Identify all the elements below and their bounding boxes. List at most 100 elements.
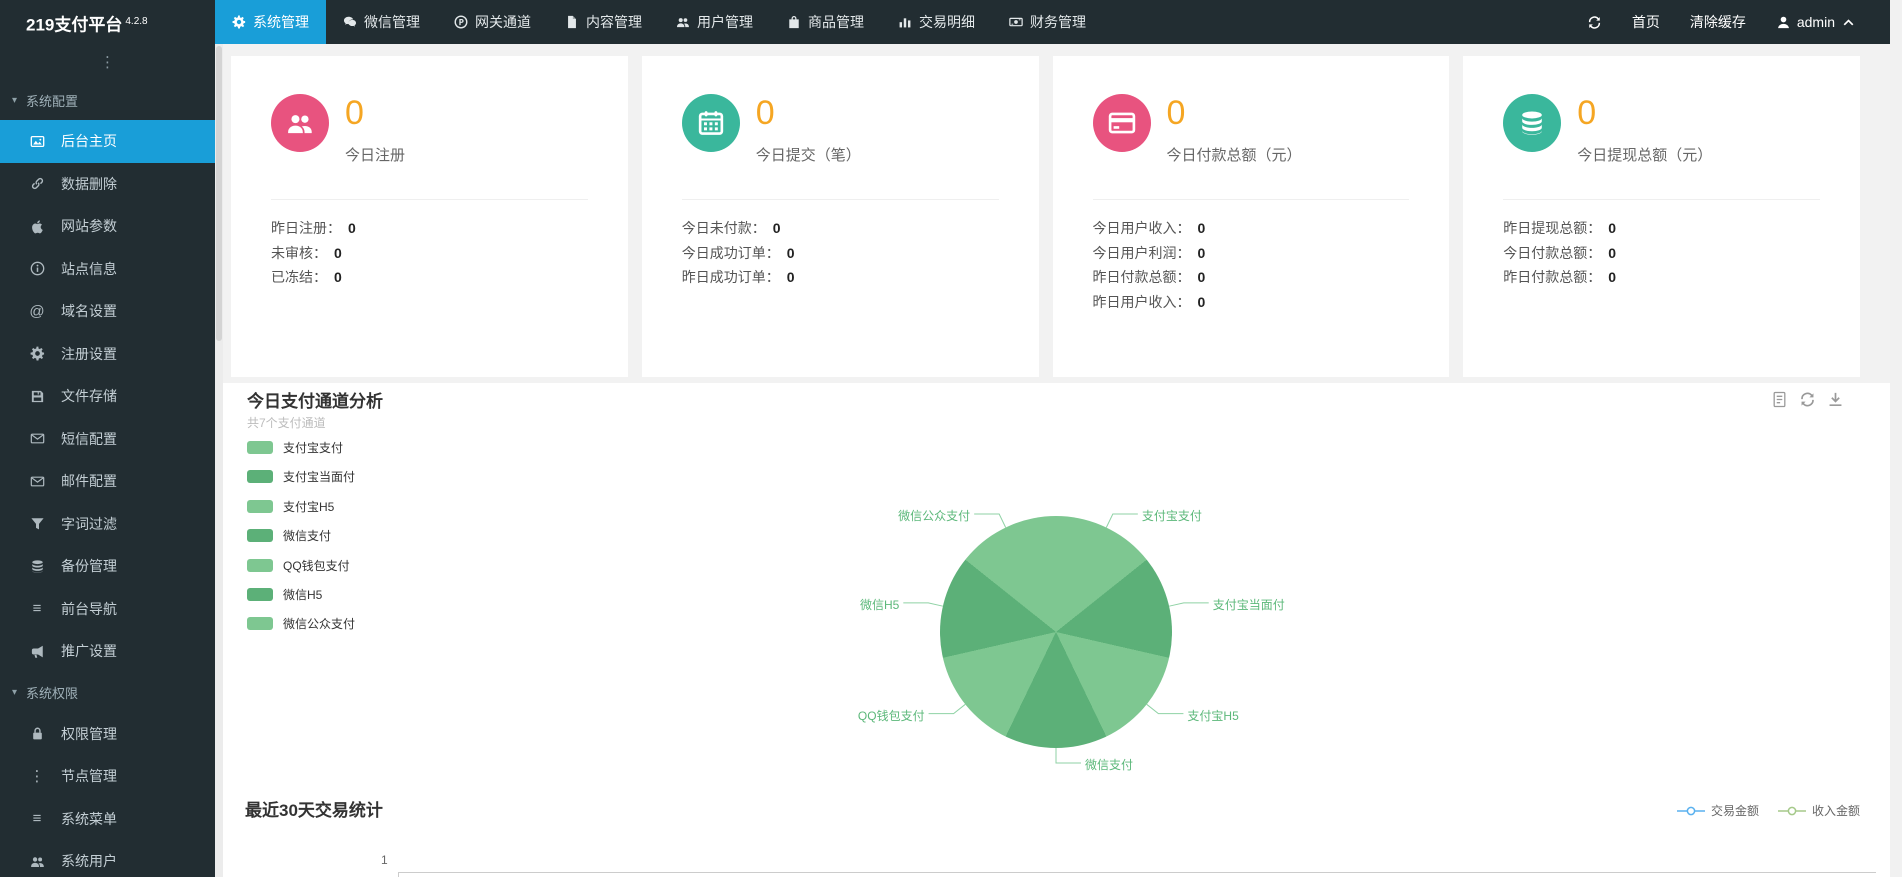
sidebar-item[interactable]: 短信配置 (0, 418, 215, 461)
sidebar-item[interactable]: 站点信息 (0, 248, 215, 291)
sidebar-item[interactable]: @ 域名设置 (0, 290, 215, 333)
refresh-icon[interactable] (1587, 15, 1602, 30)
sidebar-item[interactable]: 数据删除 (0, 163, 215, 206)
sidebar-item[interactable]: 网站参数 (0, 205, 215, 248)
sidebar-item[interactable]: 权限管理 (0, 713, 215, 756)
pie-legend-label: 支付宝支付 (283, 441, 344, 455)
stat-row: 今日用户收入： 0 (1093, 216, 1410, 241)
chevron-up-icon (1841, 15, 1856, 30)
line-legend-label: 收入金额 (1811, 804, 1860, 818)
sidebar-item-label: 推广设置 (61, 643, 117, 660)
pie-slice-label: 支付宝H5 (1187, 708, 1239, 723)
stat-badge (681, 94, 740, 152)
stat-card-header: 0 今日提交（笔） (681, 94, 999, 165)
sidebar-collapse-toggle[interactable]: ⋮ (0, 44, 215, 80)
pie-legend-item[interactable]: 微信公众支付 (247, 615, 355, 632)
sidebar-item-label: 系统菜单 (61, 810, 117, 827)
pie-leader-line (928, 703, 966, 715)
stat-card-header: 0 今日注册 (271, 94, 588, 165)
line-legend-item[interactable]: 收入金额 (1777, 802, 1860, 819)
stat-row: 今日付款总额： 0 (1503, 241, 1820, 266)
sidebar-group-header[interactable]: ▾ 系统配置 (0, 80, 215, 120)
pie-legend-item[interactable]: QQ钱包支付 (247, 557, 355, 574)
stat-row-value: 0 (786, 269, 795, 285)
sidebar-item-label: 域名设置 (61, 303, 117, 320)
topnav-item[interactable]: 交易明细 (881, 0, 992, 44)
sidebar-group-header[interactable]: ▾ 系统权限 (0, 673, 215, 713)
sidebar-item-label: 前台导航 (61, 600, 117, 617)
stat-cards-row: 0 今日注册 昨日注册： 0 未审核： 0 已冻结： 0 0 今日提交（笔） 今日未付款： 0 今日成功… (231, 56, 1860, 377)
user-icon (1776, 15, 1791, 30)
stat-row-value: 0 (1197, 269, 1206, 285)
pie-leader-line (903, 602, 944, 607)
download-icon[interactable] (1827, 391, 1844, 408)
stat-row-value: 0 (1197, 220, 1206, 236)
data-view-icon[interactable] (1771, 391, 1788, 408)
stat-row-value: 0 (334, 244, 342, 261)
stat-card: 0 今日注册 昨日注册： 0 未审核： 0 已冻结： 0 (231, 56, 628, 377)
topnav-right: 首页 清除缓存 admin (1587, 0, 1902, 44)
line-legend-item[interactable]: 交易金额 (1676, 802, 1759, 819)
restore-icon[interactable] (1799, 391, 1816, 408)
topnav-item[interactable]: 内容管理 (548, 0, 659, 44)
line-legend-marker-icon (1676, 806, 1706, 816)
pie-legend-item[interactable]: 支付宝支付 (247, 439, 355, 456)
sidebar-item-label: 数据删除 (61, 175, 117, 192)
pie-leader-line (1146, 703, 1184, 715)
pie-slice-label: QQ钱包支付 (857, 708, 925, 723)
users-icon (28, 854, 46, 869)
user-menu[interactable]: admin (1776, 14, 1856, 30)
pie-legend-item[interactable]: 支付宝当面付 (247, 468, 355, 485)
stat-row: 今日成功订单： 0 (682, 241, 999, 266)
filter-icon (28, 516, 46, 531)
stat-badge (1092, 94, 1151, 152)
brand-logo[interactable]: 219支付平台 4.2.8 (0, 0, 215, 44)
stat-value: 0 (345, 94, 364, 132)
pie-legend-label: 支付宝H5 (283, 499, 335, 514)
sidebar-item[interactable]: 字词过滤 (0, 503, 215, 546)
topnav-item[interactable]: 网关通道 (437, 0, 548, 44)
topnav-item-label: 商品管理 (808, 14, 864, 30)
envelope-icon (28, 474, 46, 489)
stat-row-value: 0 (334, 269, 342, 285)
sidebar-item-label: 权限管理 (61, 725, 117, 742)
stat-value: 0 (755, 94, 775, 132)
sidebar-item[interactable]: 后台主页 (0, 120, 215, 163)
sidebar-item-label: 注册设置 (61, 345, 117, 362)
pie-legend-item[interactable]: 微信支付 (247, 527, 355, 544)
sidebar-item[interactable]: 文件存储 (0, 375, 215, 418)
sidebar-item[interactable]: ≡ 系统菜单 (0, 798, 215, 841)
pie-legend: 支付宝支付支付宝当面付支付宝H5 微信支付 QQ钱包支付 微信H5 微信公众支付 (247, 439, 355, 645)
stat-row-label: 昨日用户收入： (1092, 293, 1191, 310)
legend-swatch (247, 529, 273, 543)
calendar-icon (697, 109, 725, 137)
sidebar-scrollbar-thumb[interactable] (216, 46, 222, 341)
stat-badge (1503, 94, 1562, 152)
sidebar-item[interactable]: ≡ 前台导航 (0, 588, 215, 631)
pie-legend-item[interactable]: 支付宝H5 (247, 498, 355, 515)
sidebar-item[interactable]: 系统用户 (0, 840, 215, 877)
topnav-item[interactable]: 商品管理 (770, 0, 881, 44)
legend-swatch (247, 558, 273, 572)
stat-row-label: 未审核： (271, 244, 327, 261)
sidebar-item[interactable]: 注册设置 (0, 333, 215, 376)
clear-cache-link[interactable]: 清除缓存 (1690, 12, 1746, 32)
home-link[interactable]: 首页 (1632, 12, 1660, 32)
sidebar-item[interactable]: ⋮ 节点管理 (0, 755, 215, 798)
sidebar-item[interactable]: 备份管理 (0, 545, 215, 588)
sidebar-item[interactable]: 推广设置 (0, 630, 215, 673)
topnav-item[interactable]: 财务管理 (992, 0, 1103, 44)
pie-legend-item[interactable]: 微信H5 (247, 586, 355, 603)
sidebar-item[interactable]: 邮件配置 (0, 460, 215, 503)
topnav-item[interactable]: 微信管理 (326, 0, 437, 44)
pie-slice-label: 支付宝支付 (1141, 508, 1202, 523)
stat-row: 未审核： 0 (271, 241, 588, 266)
legend-swatch (247, 587, 273, 601)
pie-chart[interactable] (940, 516, 1172, 748)
sidebar-item-label: 系统用户 (61, 853, 117, 870)
topnav-item[interactable]: 用户管理 (659, 0, 770, 44)
line-legend-label: 交易金额 (1710, 804, 1759, 818)
topnav-item[interactable]: 系统管理 (215, 0, 326, 44)
brand-version: 4.2.8 (125, 16, 148, 27)
topnav-item-label: 微信管理 (364, 14, 420, 30)
